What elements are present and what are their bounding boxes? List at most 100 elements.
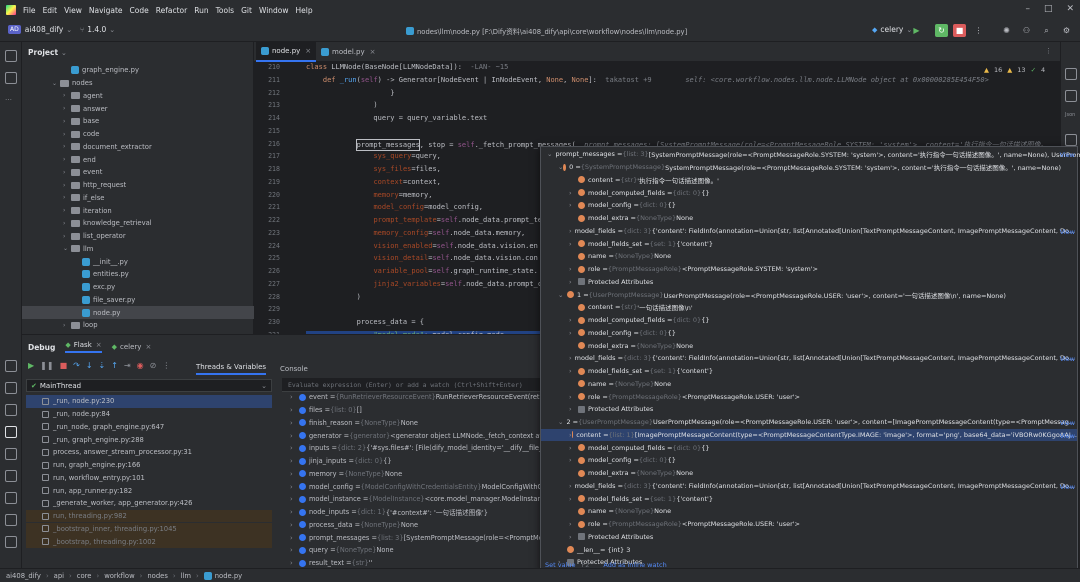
close-icon[interactable]: ×	[96, 341, 102, 349]
menu-item-navigate[interactable]: Navigate	[89, 6, 123, 15]
popup-node[interactable]: › role = {PromptMessageRole} <PromptMessa…	[541, 518, 1061, 531]
breadcrumb-item[interactable]: ai408_dify	[6, 572, 41, 580]
tree-item-nodes[interactable]: ⌄ nodes	[22, 77, 254, 90]
view-breakpoints-icon[interactable]: ◉	[137, 361, 144, 370]
variable-row[interactable]: › generator = {generator} <generator obje…	[282, 429, 556, 442]
popup-node[interactable]: › model_fields_set = {set: 1} {'content'}	[541, 365, 1061, 378]
debug-tab-celery[interactable]: ◆ celery ×	[112, 343, 152, 351]
popup-node[interactable]: › model_computed_fields = {dict: 0} {}	[541, 186, 1061, 199]
popup-node[interactable]: model_extra = {NoneType} None	[541, 339, 1061, 352]
more-tools-icon[interactable]: …	[5, 94, 17, 106]
rerun-icon[interactable]: ↻	[935, 24, 948, 37]
stack-frame[interactable]: run, threading.py:982	[26, 509, 272, 523]
popup-node[interactable]: › model_fields = {dict: 3} {'content': Fi…	[541, 480, 1075, 493]
debug-tab-flask[interactable]: ◆ Flask ×	[65, 341, 102, 353]
popup-node[interactable]: › Protected Attributes	[541, 276, 1061, 289]
step-into-icon[interactable]: ↓	[86, 361, 93, 370]
menu-item-code[interactable]: Code	[130, 6, 149, 15]
stack-frame[interactable]: run, graph_engine.py:166	[26, 459, 272, 472]
tree-item-iteration[interactable]: › iteration	[22, 204, 254, 217]
variable-row[interactable]: › prompt_messages = {list: 3} [SystemProm…	[282, 531, 558, 544]
search-icon[interactable]: ⌕	[1040, 24, 1053, 37]
tree-item-file-saver-py[interactable]: file_saver.py	[22, 294, 254, 307]
popup-node[interactable]: name = {NoneType} None	[541, 250, 1061, 263]
project-panel-header[interactable]: Project ⌄	[28, 48, 67, 57]
tree-item-base[interactable]: › base	[22, 115, 254, 128]
breadcrumb-item[interactable]: core	[77, 572, 92, 580]
folder-icon[interactable]	[5, 50, 17, 62]
add-user-icon[interactable]: ⚇	[1020, 24, 1033, 37]
variable-row[interactable]: › finish_reason = {NoneType} None	[282, 417, 418, 430]
popup-node[interactable]: model_extra = {NoneType} None	[541, 212, 1061, 225]
popup-node[interactable]: name = {NoneType} None	[541, 378, 1061, 391]
variable-row[interactable]: › event = {RunRetrieverResourceEvent} Run…	[282, 391, 559, 404]
popup-node[interactable]: › model_config = {dict: 0} {}	[541, 327, 1061, 340]
popup-node[interactable]: › role = {PromptMessageRole} <PromptMessa…	[541, 263, 1061, 276]
menu-item-tools[interactable]: Tools	[216, 6, 234, 15]
tree-item-document-extractor[interactable]: › document_extractor	[22, 141, 254, 154]
view-link[interactable]: View	[1060, 228, 1075, 236]
stack-frame[interactable]: _bootstrap, threading.py:1002	[26, 535, 272, 548]
variable-row[interactable]: › files = {list: 0} []	[282, 404, 362, 417]
debug-tool-icon[interactable]	[5, 382, 17, 394]
tree-item-code[interactable]: › code	[22, 128, 254, 141]
tree-item-list-operator[interactable]: › list_operator	[22, 230, 254, 243]
variable-row[interactable]: › process_data = {NoneType} None	[282, 519, 418, 532]
sciview-icon[interactable]	[1065, 90, 1077, 102]
variable-row[interactable]: › memory = {NoneType} None	[282, 468, 402, 481]
view-link[interactable]: View	[1060, 432, 1075, 440]
tabs-more-icon[interactable]: ⋮	[1045, 47, 1052, 55]
popup-node[interactable]: › model_computed_fields = {dict: 0} {}	[541, 314, 1061, 327]
stack-frame[interactable]: _bootstrap_inner, threading.py:1045	[26, 522, 272, 536]
menu-item-window[interactable]: Window	[259, 6, 289, 15]
variable-row[interactable]: › inputs = {dict: 2} {'#sys.files#': [Fil…	[282, 442, 576, 455]
tree-item-http-request[interactable]: › http_request	[22, 179, 254, 192]
tree-item-graph-engine-py[interactable]: graph_engine.py	[22, 64, 254, 77]
problems-icon[interactable]	[5, 492, 17, 504]
tab-node-py[interactable]: node.py ×	[256, 42, 317, 62]
thread-selector[interactable]: ✔ MainThread ⌄	[26, 379, 272, 392]
tree-item-agent[interactable]: › agent	[22, 90, 254, 103]
popup-node[interactable]: › content = {list: 1} [ImagePromptMessage…	[541, 428, 1077, 442]
popup-node[interactable]: › model_config = {dict: 0} {}	[541, 454, 1061, 467]
step-out-icon[interactable]: ↑	[111, 361, 118, 370]
close-icon[interactable]: ×	[370, 48, 376, 56]
todo-icon[interactable]	[5, 536, 17, 548]
view-link[interactable]: View	[1060, 483, 1075, 491]
close-icon[interactable]: ✕	[1066, 4, 1074, 14]
breadcrumb-item[interactable]: workflow	[104, 572, 134, 580]
tree-item-entities-py[interactable]: entities.py	[22, 268, 254, 281]
popup-node[interactable]: __len__ = {int} 3	[541, 543, 1061, 556]
stack-frame[interactable]: run, app_runner.py:182	[26, 484, 272, 497]
tab-model-py[interactable]: model.py ×	[316, 42, 380, 62]
popup-node[interactable]: › role = {PromptMessageRole} <PromptMessa…	[541, 390, 1061, 403]
popup-node[interactable]: › model_fields = {dict: 3} {'content': Fi…	[541, 352, 1075, 365]
vcs-branch[interactable]: ⑂ 1.4.0 ⌄	[80, 25, 115, 34]
more-icon[interactable]: ⋮	[162, 361, 170, 370]
popup-node[interactable]: model_extra = {NoneType} None	[541, 467, 1061, 480]
tree-item-loop[interactable]: › loop	[22, 319, 254, 332]
popup-node[interactable]: › Protected Attributes	[541, 403, 1061, 416]
structure-icon[interactable]	[5, 72, 17, 84]
tree-item-knowledge-retrieval[interactable]: › knowledge_retrieval	[22, 217, 254, 230]
popup-node[interactable]: content = {str} '执行指令一句话描述图像。'	[541, 174, 1061, 187]
menu-item-view[interactable]: View	[64, 6, 82, 15]
variable-row[interactable]: › node_inputs = {dict: 1} {'#context#': '…	[282, 506, 488, 519]
subtab-threads-variables[interactable]: Threads & Variables	[196, 363, 267, 375]
run-config-selector[interactable]: ◆ celery ⌄	[872, 25, 912, 34]
step-into-my-code-icon[interactable]: ⇣	[99, 361, 106, 370]
stop-icon[interactable]: ■	[953, 24, 966, 37]
services-icon[interactable]	[5, 404, 17, 416]
breadcrumb-item[interactable]: nodes	[147, 572, 168, 580]
tree-item-if-else[interactable]: › if_else	[22, 192, 254, 205]
run-icon[interactable]: ▶	[910, 24, 923, 37]
bug-icon[interactable]	[5, 426, 17, 438]
stack-frame[interactable]: _run, graph_engine.py:288	[26, 433, 272, 446]
tree-item-llm[interactable]: ⌄ llm	[22, 243, 254, 256]
stack-frame[interactable]: process, answer_stream_processor.py:31	[26, 446, 272, 459]
resume-icon[interactable]: ▶	[28, 361, 34, 370]
mute-breakpoints-icon[interactable]: ⊘	[150, 361, 157, 370]
menu-item-git[interactable]: Git	[241, 6, 252, 15]
variable-row[interactable]: › jinja_inputs = {dict: 0} {}	[282, 455, 392, 468]
popup-node[interactable]: ⌄ 2 = {UserPromptMessage} UserPromptMessa…	[541, 416, 1075, 429]
